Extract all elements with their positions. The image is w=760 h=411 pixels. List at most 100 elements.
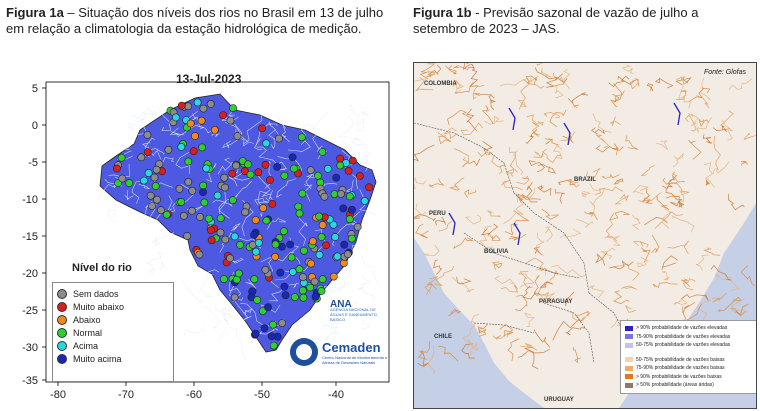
station-marker <box>189 147 198 156</box>
station-marker <box>339 259 348 267</box>
station-marker <box>252 247 260 256</box>
station-marker <box>286 240 295 249</box>
station-marker <box>279 227 288 236</box>
seasonal-flow-forecast-map: COLOMBIA PERU BRAZIL BOLIVIA PARAGUAY CHILE UR… <box>413 62 757 409</box>
station-marker <box>197 116 206 125</box>
legend-title: Nível do rio <box>72 262 132 274</box>
legend-color-swatch <box>625 374 633 380</box>
station-marker <box>273 163 282 171</box>
river-level-legend: Sem dados Muito abaixo Abaixo Normal Acima Mu… <box>52 282 174 382</box>
station-marker <box>151 182 160 190</box>
station-marker <box>251 329 260 338</box>
station-marker <box>177 143 186 151</box>
station-marker <box>353 222 362 231</box>
station-marker <box>125 179 134 187</box>
station-marker <box>264 303 272 312</box>
station-marker <box>311 292 320 301</box>
station-marker <box>210 126 219 134</box>
y-tick-label: 5 <box>32 83 38 95</box>
station-marker <box>140 176 148 185</box>
station-marker <box>236 240 244 249</box>
station-marker <box>280 282 289 291</box>
legend-color-swatch <box>625 382 633 388</box>
station-marker <box>318 275 327 284</box>
station-marker <box>322 241 330 250</box>
legend-label: Sem dados <box>73 288 119 299</box>
station-marker <box>221 235 230 244</box>
station-marker <box>348 156 357 165</box>
station-marker <box>196 212 204 221</box>
station-marker <box>188 206 196 215</box>
map-date-title: 13-Jul-2023 <box>176 72 242 86</box>
station-marker <box>299 293 308 302</box>
station-marker <box>250 231 258 239</box>
legend-row: > 90% probabilidade de vazões baixas <box>625 373 755 382</box>
station-marker <box>179 211 188 220</box>
station-marker <box>184 157 193 166</box>
legend-color-marker <box>57 327 67 338</box>
station-marker <box>219 111 228 119</box>
legend-label: Muito acima <box>73 353 122 364</box>
station-marker <box>332 173 341 182</box>
station-marker <box>234 269 243 278</box>
station-marker <box>156 206 165 215</box>
legend-color-swatch <box>625 365 633 371</box>
station-marker <box>150 173 159 182</box>
station-marker <box>216 214 225 223</box>
station-marker <box>320 192 329 201</box>
station-marker <box>113 164 121 173</box>
caption-figure-1a: Figura 1a – Situação dos níveis dos rios… <box>6 5 391 37</box>
station-marker <box>258 124 266 133</box>
legend-color-swatch <box>625 334 633 340</box>
station-marker <box>195 250 204 259</box>
station-marker <box>290 164 298 173</box>
station-marker <box>365 183 373 192</box>
station-marker <box>317 287 326 295</box>
ana-logo-subtitle: AGÊNCIA NACIONAL DE ÁGUAS E SANEAMENTO B… <box>330 307 377 322</box>
x-tick-label: -80 <box>50 389 66 401</box>
legend-row: > 50% probabilidade (áreas áridas) <box>625 381 755 390</box>
station-marker <box>248 287 257 296</box>
station-marker <box>347 205 356 214</box>
x-tick-label: -60 <box>186 389 202 401</box>
legend-row: Muito acima <box>53 352 173 365</box>
station-marker <box>269 341 278 350</box>
legend-color-marker <box>57 301 67 312</box>
legend-color-swatch <box>625 342 633 348</box>
station-marker <box>207 236 216 245</box>
station-marker <box>246 170 255 179</box>
station-marker <box>333 252 342 261</box>
station-marker <box>219 275 228 283</box>
y-tick-label: -35 <box>22 375 38 387</box>
station-marker <box>294 202 303 211</box>
station-marker <box>164 145 173 154</box>
station-marker <box>207 226 215 235</box>
station-marker <box>148 202 156 210</box>
station-marker <box>271 252 279 261</box>
station-marker <box>310 277 319 286</box>
cemaden-logo-subtitle: Centro Nacional de Monitoramento e Alert… <box>322 354 388 365</box>
map-source: Fonte: Glofas <box>703 69 746 76</box>
station-marker <box>299 273 307 281</box>
station-marker <box>268 199 277 208</box>
station-marker <box>183 232 192 240</box>
station-marker <box>288 153 297 162</box>
station-marker <box>213 191 222 200</box>
cemaden-logo-icon <box>290 338 318 366</box>
station-marker <box>276 268 285 277</box>
x-tick-label: -40 <box>328 389 344 401</box>
station-marker <box>271 240 280 249</box>
station-marker <box>317 232 326 241</box>
station-marker <box>228 169 237 178</box>
legend-row: > 90% probabilidade de vazões elevadas <box>625 324 755 333</box>
station-marker <box>204 214 213 223</box>
station-marker <box>177 197 186 206</box>
country-label: COLOMBIA <box>424 81 457 87</box>
station-marker <box>117 153 126 162</box>
y-tick-label: -15 <box>22 231 38 243</box>
ana-logo: ANA AGÊNCIA NACIONAL DE ÁGUAS E SANEAMEN… <box>330 300 390 323</box>
x-axis-ticks: -80 -70 -60 -50 -40 <box>50 382 344 401</box>
station-marker <box>230 232 239 241</box>
station-marker <box>280 171 289 180</box>
station-marker <box>347 234 356 243</box>
